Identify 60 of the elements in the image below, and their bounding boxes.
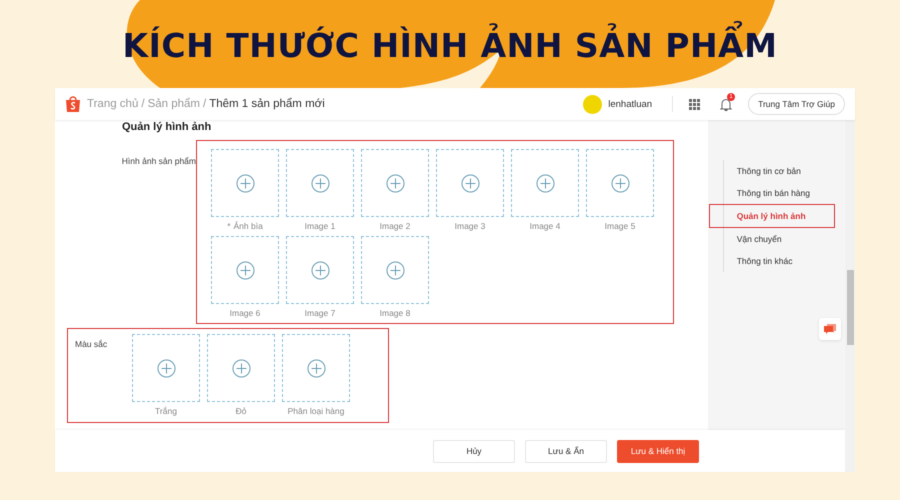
highlight-frame[interactable]: Quản lý hình ảnh [708, 204, 835, 228]
add-circle-icon [386, 174, 404, 192]
footer-button[interactable]: Hủy [433, 440, 515, 462]
slot-label: Image 5 [604, 221, 636, 232]
add-circle-icon [386, 260, 404, 280]
image-upload-slot[interactable] [282, 334, 350, 402]
slot-label: Image 4 [530, 221, 560, 232]
field-label: Màu sắc [75, 338, 108, 349]
image-upload-slot[interactable] [207, 334, 275, 402]
required-mark: * [227, 221, 230, 232]
save-and-show-button[interactable]: Lưu & Hiển thị [617, 440, 699, 462]
slot-label: Image 1 [304, 221, 336, 232]
add-circle-icon [610, 174, 630, 192]
add-circle-icon [536, 174, 554, 192]
slot-label: Trắng [155, 406, 177, 417]
avatar[interactable] [583, 94, 602, 114]
add-circle-icon [232, 358, 250, 378]
help-center-button[interactable]: Trung Tâm Trợ Giúp [748, 93, 845, 115]
image-upload-slot[interactable] [436, 149, 504, 217]
slot-label: Image 6 [230, 308, 260, 319]
image-upload-slot[interactable] [211, 149, 279, 217]
breadcrumb-separator: / [203, 98, 206, 110]
image-upload-slot[interactable] [132, 334, 200, 402]
slot-label: Image 3 [454, 221, 486, 232]
image-upload-slot[interactable] [361, 149, 429, 217]
slot-label: Image 8 [380, 308, 410, 319]
image-upload-slot[interactable] [511, 149, 579, 217]
sidebar-item[interactable]: Thông tin cơ bản [724, 160, 845, 182]
slot-label: Ảnh bìa [234, 221, 263, 232]
slot-label: Image 7 [304, 308, 336, 319]
add-circle-icon [310, 260, 330, 280]
breadcrumb-link[interactable]: Thêm 1 sản phẩm mới [209, 98, 325, 110]
add-circle-icon [310, 174, 330, 192]
add-circle-icon [460, 174, 480, 192]
bell-icon[interactable] [720, 98, 732, 110]
slot-label: Đỏ [236, 406, 246, 417]
chat-icon [824, 324, 836, 334]
sidebar-item[interactable]: Thông tin khác [724, 250, 845, 272]
image-upload-slot[interactable] [286, 149, 354, 217]
slot-label: Phân loại hàng [288, 406, 344, 417]
scrollbar[interactable] [845, 120, 855, 472]
field-label: Hình ảnh sản phẩm [120, 155, 196, 166]
add-circle-icon [236, 174, 254, 192]
footer-button[interactable]: Lưu & Ẩn [525, 440, 607, 462]
image-upload-slot[interactable] [286, 236, 354, 304]
shopping-bag-icon [65, 95, 81, 113]
add-circle-icon [236, 260, 254, 280]
sidebar-item[interactable]: Thông tin bán hàng [724, 182, 845, 204]
slot-label: Image 2 [380, 221, 410, 232]
breadcrumb-separator: / [141, 98, 145, 110]
add-circle-icon [306, 358, 326, 378]
image-upload-slot[interactable] [586, 149, 654, 217]
image-upload-slot[interactable] [211, 236, 279, 304]
chat-button[interactable] [819, 318, 841, 340]
add-circle-icon [156, 358, 176, 378]
image-upload-slot[interactable] [361, 236, 429, 304]
section-title: Quản lý hình ảnh [122, 121, 212, 134]
username[interactable]: lenhatluan [608, 98, 652, 110]
apps-grid-icon[interactable] [689, 98, 700, 110]
sidebar-item[interactable]: Vận chuyển [724, 228, 845, 250]
